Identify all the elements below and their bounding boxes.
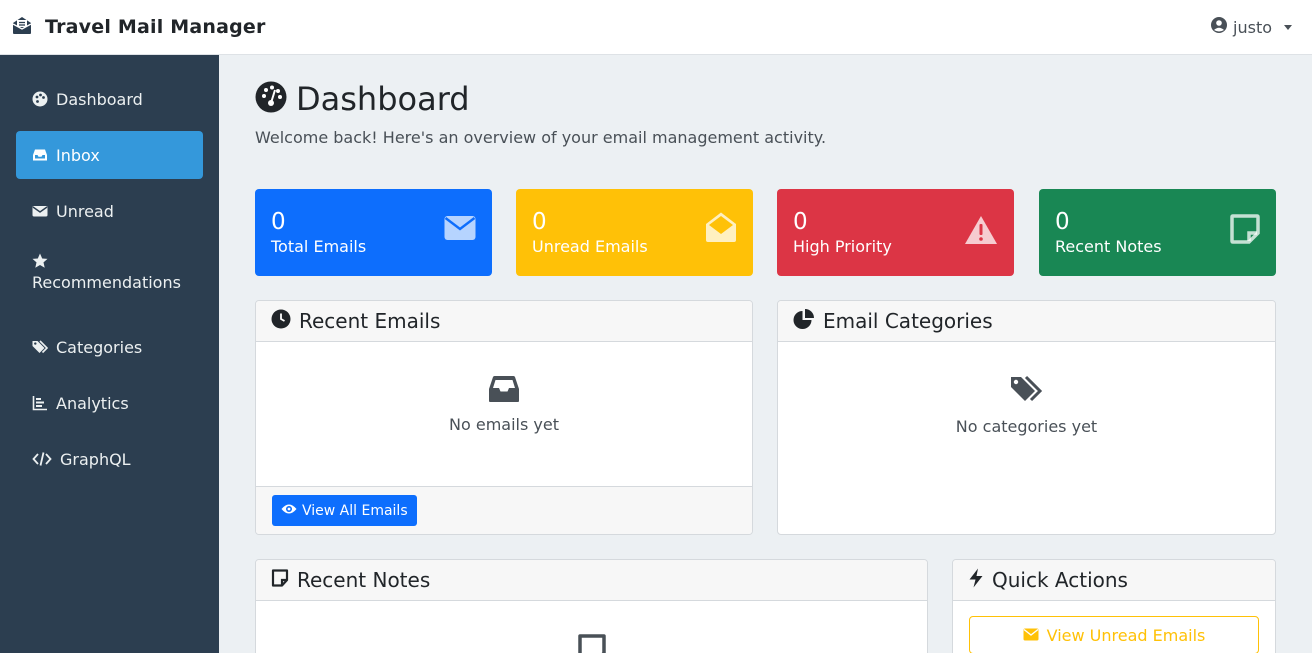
inbox-icon [32,147,48,163]
sidebar-item-recommendations[interactable]: Recommendations [16,253,203,307]
tachometer-icon [255,81,287,117]
sidebar-item-dashboard[interactable]: Dashboard [16,82,203,116]
empty-message: No categories yet [955,417,1098,436]
chart-pie-icon [793,308,815,335]
star-icon [32,253,48,269]
sidebar-item-label: Recommendations [32,273,181,292]
user-name: justo [1233,17,1272,37]
page-header: Dashboard [255,80,470,118]
stat-label: High Priority [793,237,892,256]
top-navbar: Travel Mail Manager justo [0,0,1312,55]
button-label: View Unread Emails [1046,625,1206,645]
card-title: Recent Notes [297,568,431,592]
empty-state: No categories yet [778,375,1275,436]
sticky-note-icon [271,568,289,592]
clock-icon [271,309,291,334]
stat-card-unread-emails[interactable]: 0 Unread Emails [516,189,753,276]
tags-icon [32,339,48,355]
sidebar-item-label: Inbox [56,145,100,165]
quick-actions-card: Quick Actions View Unread Emails [952,559,1276,653]
sidebar-item-graphql[interactable]: GraphQL [16,442,203,476]
email-categories-card: Email Categories No categories yet [777,300,1276,535]
stat-label: Recent Notes [1055,237,1162,256]
recent-notes-card: Recent Notes [255,559,928,653]
envelope-icon [1023,626,1039,645]
card-header: Recent Emails [256,301,752,342]
sticky-note-icon [1230,214,1260,248]
stat-label: Total Emails [271,237,367,256]
card-header: Quick Actions [953,560,1275,601]
envelope-icon [444,215,476,245]
stat-value: 0 [1055,209,1070,235]
recent-emails-card: Recent Emails No emails yet View All Ema… [255,300,753,535]
user-menu[interactable]: justo [1211,17,1292,37]
button-label: View All Emails [302,502,408,519]
view-unread-emails-button[interactable]: View Unread Emails [969,616,1259,653]
welcome-message: Welcome back! Here's an overview of your… [255,128,827,147]
envelope-open-icon [705,211,737,247]
sidebar-item-categories[interactable]: Categories [16,330,203,364]
sidebar-item-label: Analytics [56,393,129,413]
sidebar: Dashboard Inbox Unread Recommendations C… [0,55,219,653]
sticky-note-icon [577,634,607,653]
card-title: Quick Actions [992,568,1128,592]
sidebar-item-label: Categories [56,337,143,357]
card-footer: View All Emails [256,486,752,534]
sidebar-item-label: Unread [56,201,114,221]
card-header: Email Categories [778,301,1275,342]
chevron-down-icon [1284,24,1292,30]
card-title: Email Categories [823,309,993,333]
empty-message: No emails yet [449,415,559,434]
stat-card-high-priority[interactable]: 0 High Priority [777,189,1014,276]
page-title: Dashboard [296,80,470,118]
empty-state: No emails yet [256,375,752,434]
envelope-open-text-icon [11,14,33,40]
card-title: Recent Emails [299,309,441,333]
user-circle-icon [1211,17,1228,37]
stat-value: 0 [271,209,286,235]
tags-icon [1010,375,1044,409]
stat-value: 0 [793,209,808,235]
code-icon [32,451,52,467]
stat-card-total-emails[interactable]: 0 Total Emails [255,189,492,276]
warning-icon [964,215,998,249]
eye-icon [281,503,297,519]
card-header: Recent Notes [256,560,927,601]
sidebar-item-inbox[interactable]: Inbox [16,131,203,179]
stat-card-recent-notes[interactable]: 0 Recent Notes [1039,189,1276,276]
envelope-icon [32,203,48,219]
app-title: Travel Mail Manager [45,16,266,38]
empty-state [256,634,927,653]
view-all-emails-button[interactable]: View All Emails [272,495,417,526]
brand[interactable]: Travel Mail Manager [11,14,266,40]
palette-icon [32,91,48,107]
chart-bar-icon [32,395,48,411]
sidebar-item-unread[interactable]: Unread [16,194,203,228]
bolt-icon [968,568,984,593]
stat-value: 0 [532,209,547,235]
stat-label: Unread Emails [532,237,648,256]
sidebar-item-label: GraphQL [60,449,131,469]
inbox-icon [488,375,520,407]
sidebar-item-analytics[interactable]: Analytics [16,386,203,420]
sidebar-item-label: Dashboard [56,89,143,109]
